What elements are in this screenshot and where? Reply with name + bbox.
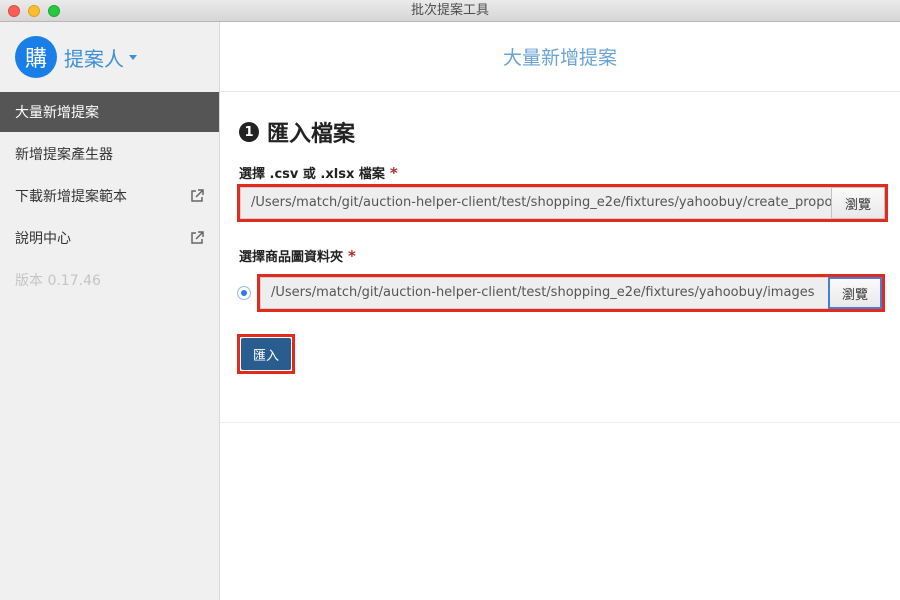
folder-field-label-text: 選擇商品圖資料夾: [239, 250, 344, 265]
sidebar-item-download-template[interactable]: 下載新增提案範本: [0, 176, 219, 216]
import-button[interactable]: 匯入: [241, 338, 291, 370]
sidebar-item-label: 大量新增提案: [15, 105, 99, 121]
browse-file-button[interactable]: 瀏覽: [831, 187, 885, 219]
browse-folder-button[interactable]: 瀏覽: [828, 277, 882, 309]
folder-path-input[interactable]: /Users/match/git/auction-helper-client/t…: [260, 277, 828, 309]
sidebar-item-help-center[interactable]: 說明中心: [0, 218, 219, 258]
main-content: 大量新增提案 1 匯入檔案 選擇 .csv 或 .xlsx 檔案 * /Users…: [220, 22, 900, 600]
account-name: 提案人: [64, 46, 124, 71]
folder-input-group: /Users/match/git/auction-helper-client/t…: [257, 274, 885, 312]
sidebar-nav: 大量新增提案 新增提案產生器 下載新增提案範本 說明中心 版本 0.17.46: [0, 92, 219, 300]
account-menu[interactable]: 購 提案人: [15, 36, 137, 78]
sidebar-item-label: 下載新增提案範本: [15, 189, 127, 205]
app-window: 批次提案工具 購 提案人 大量新增提案 新增提案產生器 下載新增提案範本 說明中…: [0, 0, 900, 600]
required-mark: *: [389, 164, 398, 182]
folder-field-label: 選擇商品圖資料夾 *: [239, 246, 356, 265]
caret-down-icon: [129, 54, 137, 60]
external-link-icon: [191, 231, 204, 244]
title-bar: 批次提案工具: [0, 0, 900, 22]
page-title: 大量新增提案: [220, 22, 900, 92]
version-label: 版本 0.17.46: [15, 273, 101, 289]
sidebar-item-generator[interactable]: 新增提案產生器: [0, 134, 219, 174]
window-title: 批次提案工具: [410, 3, 489, 18]
section-heading: 1 匯入檔案: [239, 116, 355, 148]
folder-radio[interactable]: [237, 286, 251, 300]
file-field-label-text: 選擇 .csv 或 .xlsx 檔案: [239, 167, 385, 182]
sidebar-item-label: 說明中心: [15, 231, 71, 247]
import-button-highlight: 匯入: [237, 334, 295, 374]
avatar: 購: [15, 36, 57, 78]
file-input-group: /Users/match/git/auction-helper-client/t…: [237, 184, 888, 222]
sidebar: 購 提案人 大量新增提案 新增提案產生器 下載新增提案範本 說明中心 版本 0.…: [0, 22, 220, 600]
required-mark: *: [348, 247, 356, 265]
sidebar-item-label: 新增提案產生器: [15, 147, 113, 163]
radio-dot-icon: [241, 290, 247, 296]
file-path-input[interactable]: /Users/match/git/auction-helper-client/t…: [240, 187, 831, 219]
step-number-icon: 1: [239, 122, 259, 142]
sidebar-item-bulk-add[interactable]: 大量新增提案: [0, 92, 219, 132]
divider: [220, 422, 900, 423]
section-title: 匯入檔案: [267, 122, 356, 147]
external-link-icon: [191, 189, 204, 202]
file-field-label: 選擇 .csv 或 .xlsx 檔案 *: [239, 163, 398, 182]
